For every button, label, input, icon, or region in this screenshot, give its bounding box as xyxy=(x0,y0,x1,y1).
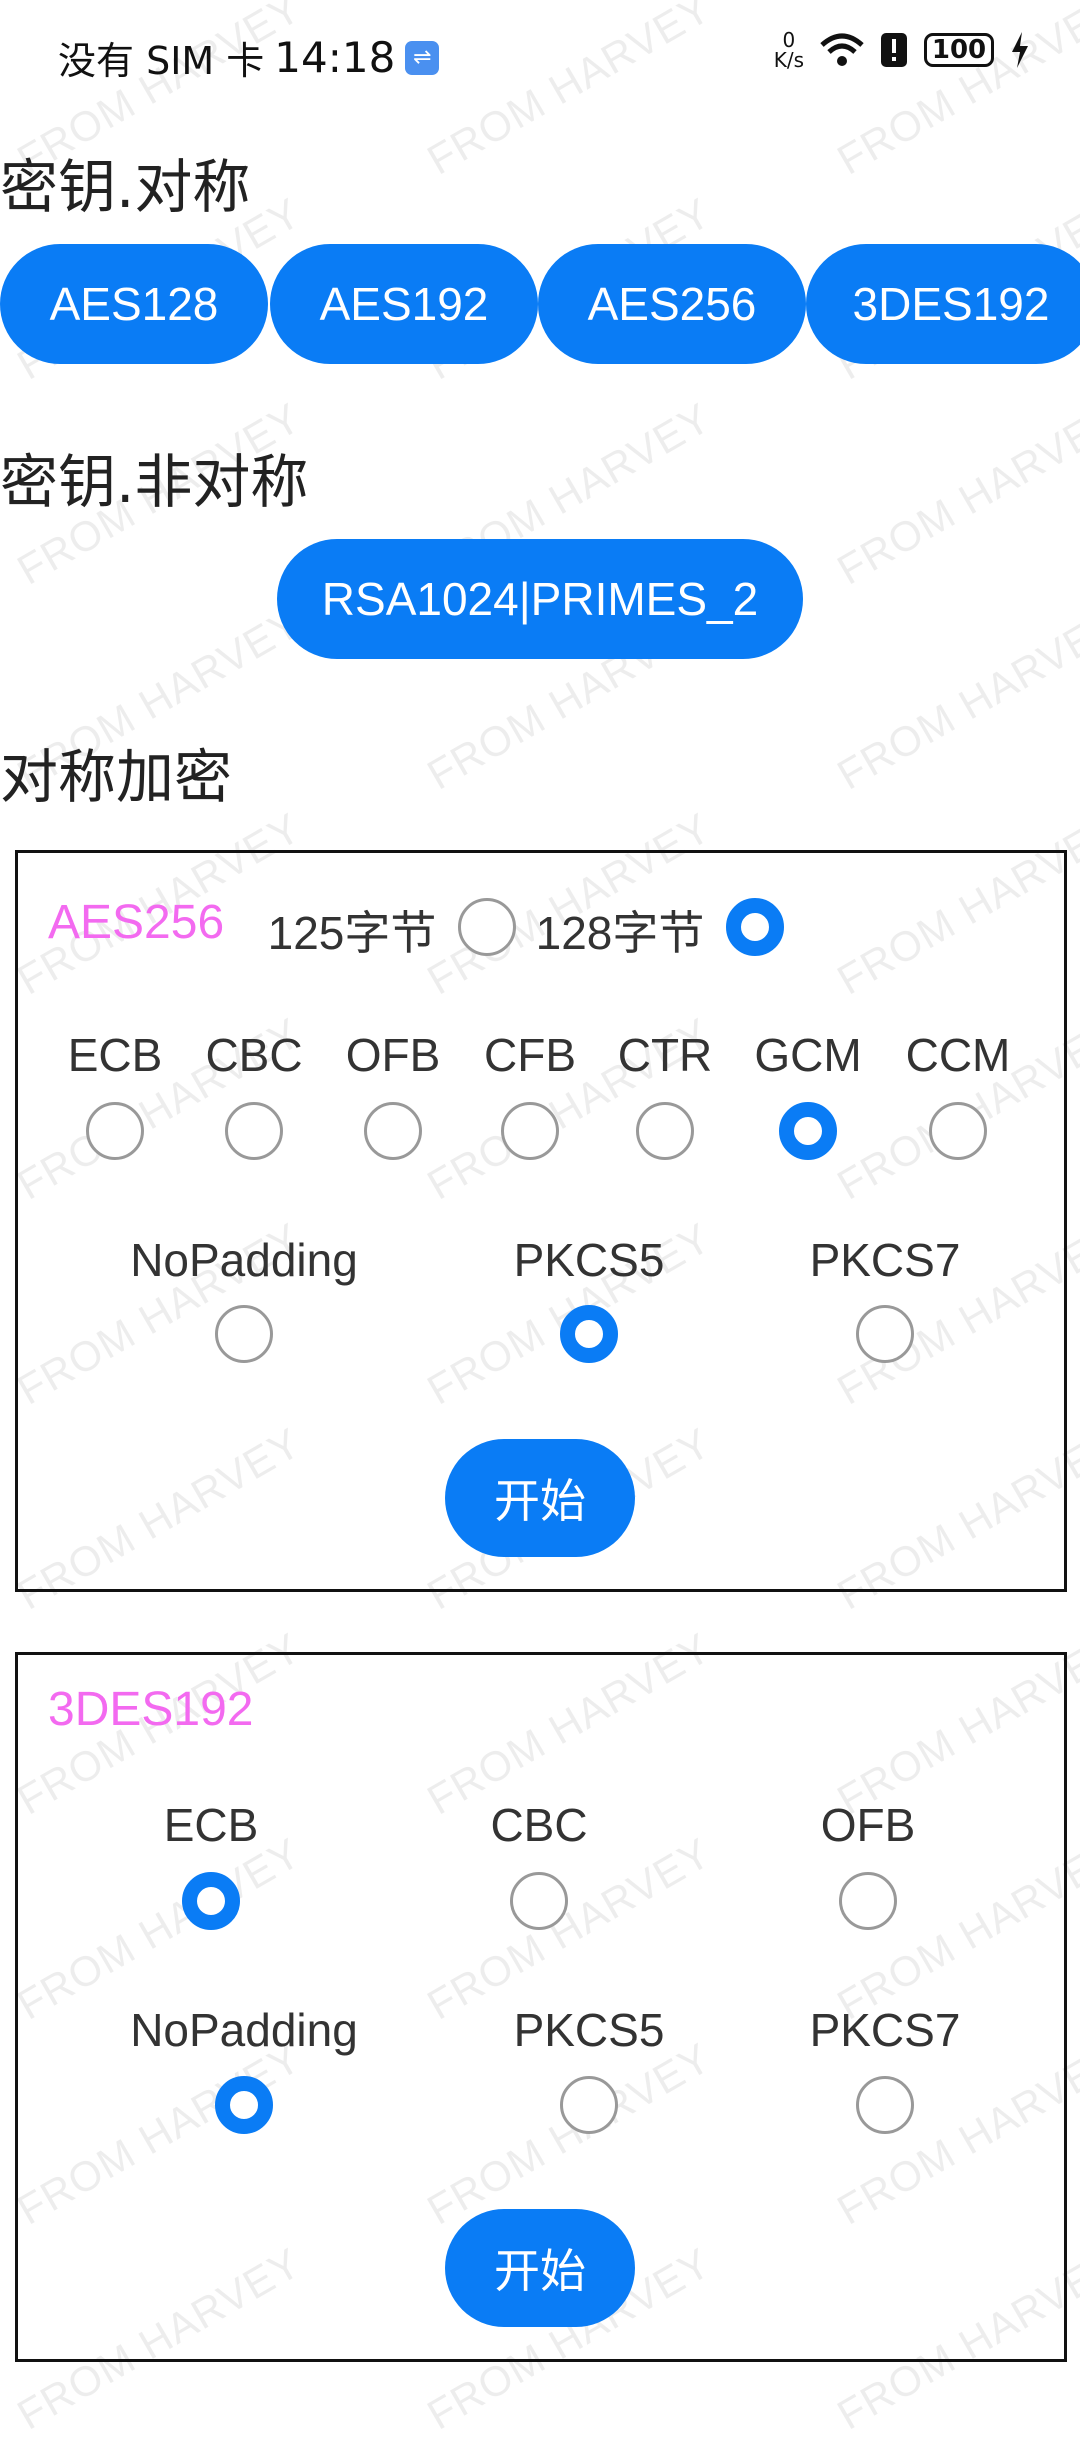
aes-mode-radio-ccm[interactable] xyxy=(929,1102,987,1160)
aes-mode-label-gcm: GCM xyxy=(754,1029,862,1081)
aes-mode-radio-gcm[interactable] xyxy=(779,1102,837,1160)
des-mode-radio-cbc[interactable] xyxy=(510,1872,568,1930)
symmetric-keys-title: 密钥.对称 xyxy=(0,153,251,221)
symmetric-encrypt-title: 对称加密 xyxy=(0,743,233,811)
aes-padding-label-nopadding: NoPadding xyxy=(130,1234,358,1286)
key-button-3des192[interactable]: 3DES192 xyxy=(806,244,1080,364)
aes-mode-label-ccm: CCM xyxy=(905,1029,1011,1081)
charging-icon xyxy=(1012,32,1028,68)
des-padding-radio-pkcs5[interactable] xyxy=(560,2076,618,2134)
aes-start-button[interactable]: 开始 xyxy=(445,1439,635,1557)
des-padding-label-pkcs7: PKCS7 xyxy=(809,2004,961,2056)
iv-radio-0[interactable] xyxy=(458,898,516,956)
aes-mode-radio-cbc[interactable] xyxy=(225,1102,283,1160)
des-mode-label-cbc: CBC xyxy=(490,1799,588,1851)
aes-mode-radio-ofb[interactable] xyxy=(364,1102,422,1160)
status-bar-right: 0 K/s 100 xyxy=(774,30,1030,70)
usb-icon: ⇌ xyxy=(405,40,440,75)
aes-padding-label-pkcs5: PKCS5 xyxy=(513,1234,665,1286)
aes-mode-radio-cfb[interactable] xyxy=(501,1102,559,1160)
aes-card-title: AES256 xyxy=(48,896,225,949)
des-mode-radio-ofb[interactable] xyxy=(839,1872,897,1930)
status-time: 14:18 xyxy=(274,33,396,82)
aes-padding-label-pkcs7: PKCS7 xyxy=(809,1234,961,1286)
aes-padding-radio-pkcs7[interactable] xyxy=(856,1305,914,1363)
key-button-aes192[interactable]: AES192 xyxy=(270,244,538,364)
des-padding-label-nopadding: NoPadding xyxy=(130,2004,358,2056)
des-start-button[interactable]: 开始 xyxy=(445,2209,635,2327)
aes-padding-radio-nopadding[interactable] xyxy=(215,1305,273,1363)
net-speed: 0 K/s xyxy=(774,30,804,70)
aes-mode-label-cbc: CBC xyxy=(205,1029,303,1081)
aes-mode-label-ctr: CTR xyxy=(617,1029,713,1081)
des-card-title: 3DES192 xyxy=(48,1683,254,1736)
alert-icon xyxy=(881,33,907,67)
des-padding-radio-nopadding[interactable] xyxy=(215,2076,273,2134)
des-padding-radio-pkcs7[interactable] xyxy=(856,2076,914,2134)
watermark-text: FROM HARVEY xyxy=(829,598,1080,799)
aes-mode-radio-ctr[interactable] xyxy=(636,1102,694,1160)
status-bar-left: 没有 SIM 卡 14:18 ⇌ xyxy=(58,30,440,85)
wifi-icon xyxy=(820,33,864,66)
watermark-text: FROM HARVEY xyxy=(419,0,719,184)
aes-padding-radio-pkcs5[interactable] xyxy=(560,1305,618,1363)
asymmetric-keys-title: 密钥.非对称 xyxy=(0,448,309,516)
des-mode-radio-ecb[interactable] xyxy=(182,1872,240,1930)
net-speed-unit: K/s xyxy=(773,48,804,72)
iv-radio-1[interactable] xyxy=(726,898,784,956)
aes-mode-label-cfb: CFB xyxy=(484,1029,576,1081)
aes-mode-label-ofb: OFB xyxy=(345,1029,441,1081)
battery-indicator: 100 xyxy=(924,33,994,67)
rsa-key-button[interactable]: RSA1024|PRIMES_2 xyxy=(277,539,803,659)
key-button-aes128[interactable]: AES128 xyxy=(0,244,268,364)
aes-mode-label-ecb: ECB xyxy=(67,1029,163,1081)
watermark-text: FROM HARVEY xyxy=(829,393,1080,594)
aes-mode-radio-ecb[interactable] xyxy=(86,1102,144,1160)
des-mode-label-ofb: OFB xyxy=(820,1799,916,1851)
net-speed-value: 0 xyxy=(782,28,796,52)
watermark-text: FROM HARVEY xyxy=(829,0,1080,184)
iv-label-0: 125字节 xyxy=(267,907,437,959)
des-padding-label-pkcs5: PKCS5 xyxy=(513,2004,665,2056)
iv-label-1: 128字节 xyxy=(535,907,705,959)
des-mode-label-ecb: ECB xyxy=(163,1799,259,1851)
carrier-text: 没有 SIM 卡 xyxy=(58,39,265,83)
key-button-aes256[interactable]: AES256 xyxy=(538,244,806,364)
